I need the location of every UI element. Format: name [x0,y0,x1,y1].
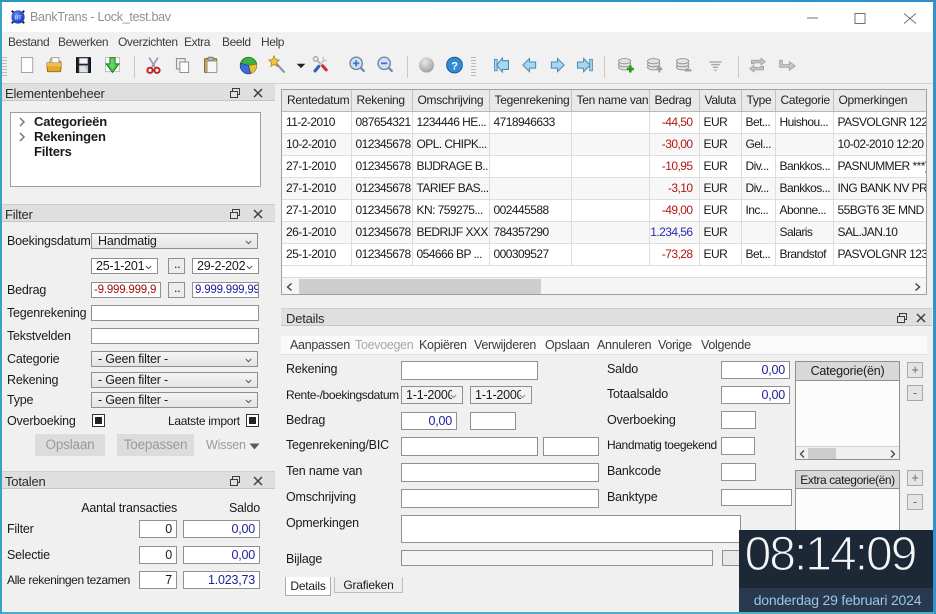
svg-text:BT: BT [14,15,22,21]
svg-text:?: ? [451,60,458,72]
